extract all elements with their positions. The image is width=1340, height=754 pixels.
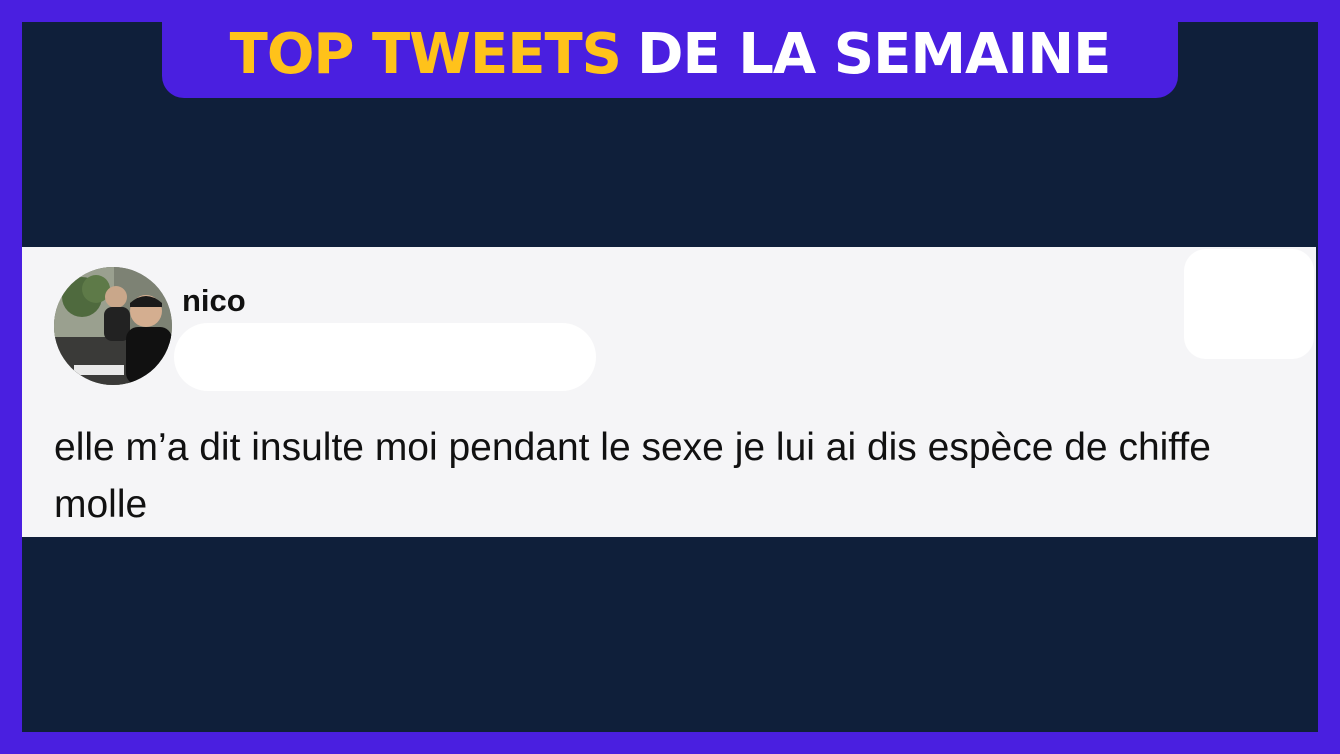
handle-redaction [174, 323, 596, 391]
title-accent: TOP TWEETS [229, 22, 622, 87]
tweet-text: elle m’a dit insulte moi pendant le sexe… [54, 426, 1211, 526]
tweet-card: nico elle m’a dit insulte moi pendant le… [22, 247, 1316, 537]
corner-redaction [1184, 249, 1314, 359]
title-rest: DE LA SEMAINE [636, 22, 1111, 87]
avatar-photo-icon [54, 267, 172, 385]
outer-frame: TOP TWEETS DE LA SEMAINE nico elle m’a d… [0, 0, 1340, 754]
avatar[interactable] [54, 267, 172, 385]
tweet-username[interactable]: nico [182, 283, 246, 319]
title-banner: TOP TWEETS DE LA SEMAINE [162, 12, 1178, 98]
